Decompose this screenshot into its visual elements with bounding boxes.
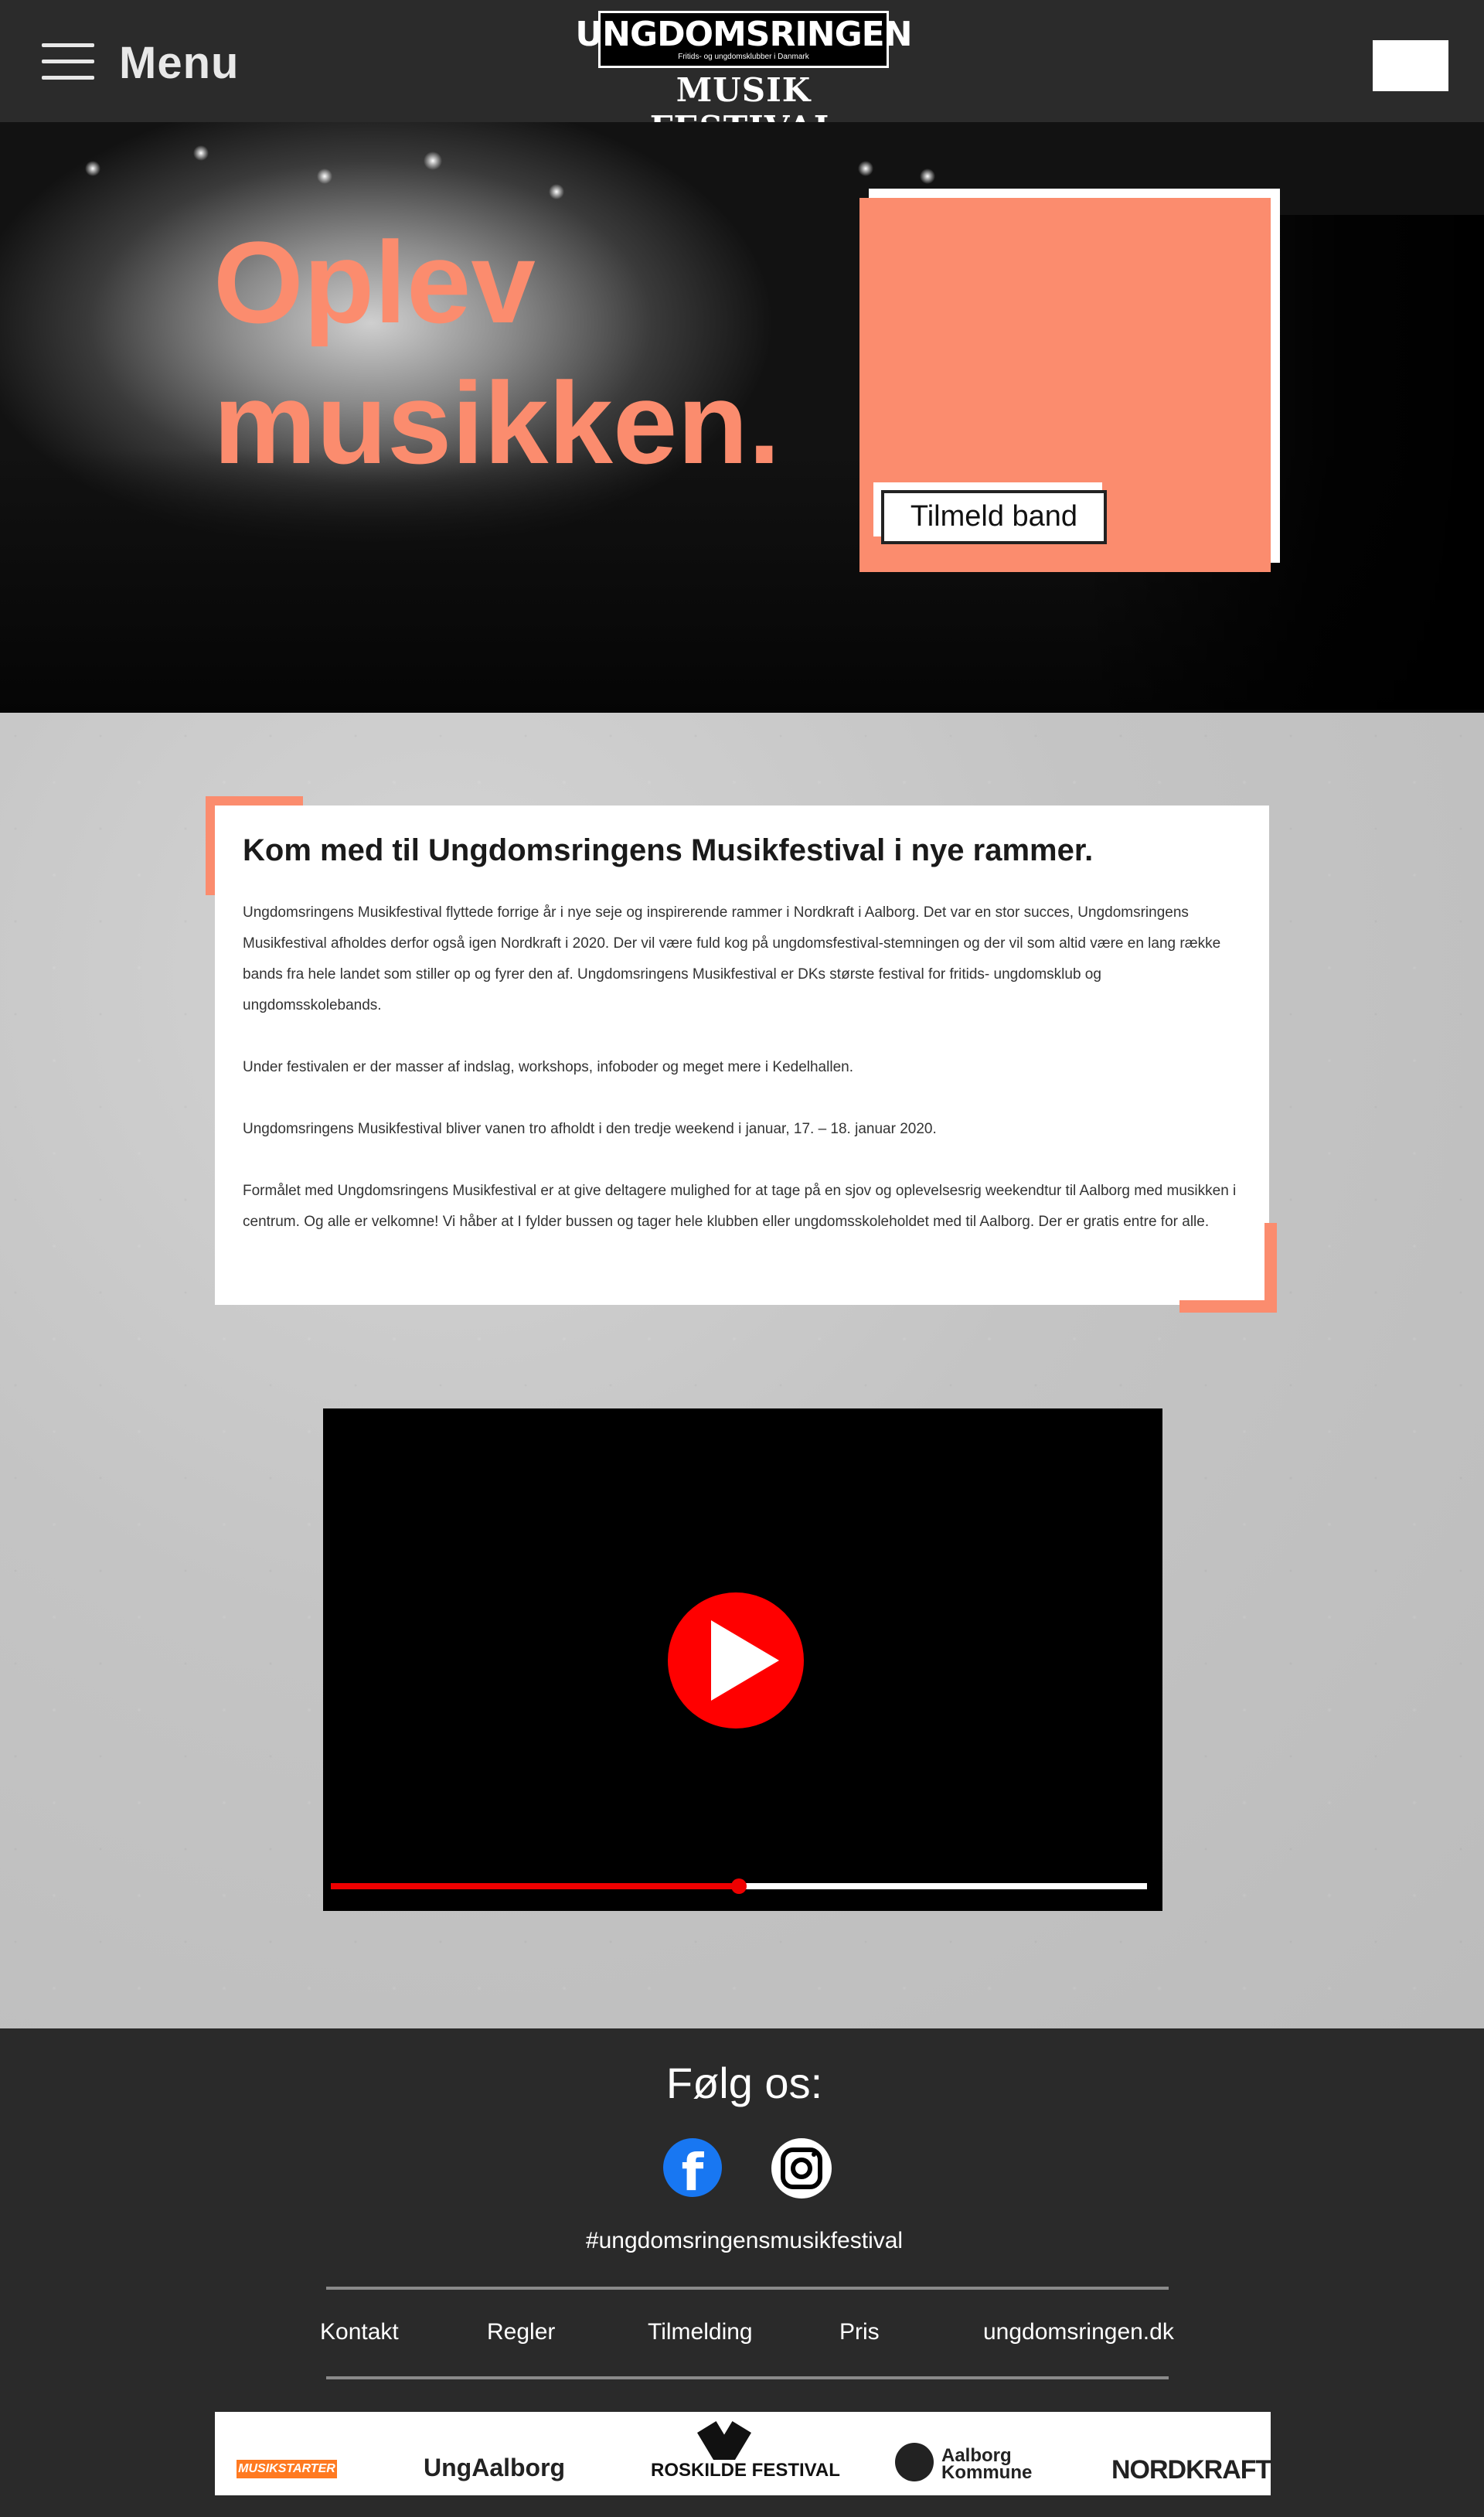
hero-section: Oplev musikken. Tilmeld band xyxy=(0,122,1484,713)
menu-label[interactable]: Menu xyxy=(119,37,239,89)
sponsor-musikstarter[interactable]: MUSIKSTARTER xyxy=(237,2460,337,2478)
site-header: Menu UNGDOMSRINGEN Fritids- og ungdomskl… xyxy=(0,0,1484,147)
footer-link-regler[interactable]: Regler xyxy=(487,2319,555,2345)
article-paragraph: Under festivalen er der masser af indsla… xyxy=(243,1059,853,1075)
hashtag: #ungdomsringensmusikfestival xyxy=(585,2228,904,2253)
roskilde-orange-icon xyxy=(697,2421,751,2460)
sponsor-aalborg-line2: Kommune xyxy=(941,2462,1033,2483)
site-logo[interactable]: UNGDOMSRINGEN Fritids- og ungdomsklubber… xyxy=(575,6,913,147)
video-progress-handle[interactable] xyxy=(731,1878,747,1894)
hero-title: Oplev musikken. xyxy=(213,212,781,493)
sponsor-nordkraft[interactable]: NORDKRAFT xyxy=(1111,2455,1271,2485)
video-player[interactable] xyxy=(323,1408,1162,1911)
article-paragraph: Ungdomsringens Musikfestival bliver vane… xyxy=(243,1121,937,1137)
sponsor-aalborg-kommune[interactable]: Aalborg Kommune xyxy=(941,2447,1033,2483)
footer-link-pris[interactable]: Pris xyxy=(839,2319,880,2345)
article-paragraph: Formålet med Ungdomsringens Musikfestiva… xyxy=(243,1183,1237,1230)
sponsor-bar: MUSIKSTARTER UngAalborg ROSKILDE FESTIVA… xyxy=(215,2412,1271,2495)
logo-name: UNGDOMSRINGEN xyxy=(575,15,912,54)
logo-tagline: Fritids- og ungdomsklubber i Danmark xyxy=(678,53,809,61)
hero-title-line2: musikken. xyxy=(213,358,781,488)
footer-link-kontakt[interactable]: Kontakt xyxy=(320,2319,399,2345)
footer-link-tilmelding[interactable]: Tilmelding xyxy=(648,2319,753,2345)
site-footer: Følg os: f #ungdomsringensmusikfestival … xyxy=(5,2028,1484,2517)
follow-us-label: Følg os: xyxy=(665,2059,823,2107)
play-icon xyxy=(711,1620,779,1701)
hamburger-menu-icon[interactable] xyxy=(42,43,94,80)
signup-band-button[interactable]: Tilmeld band xyxy=(881,490,1107,544)
logo-top: UNGDOMSRINGEN Fritids- og ungdomsklubber… xyxy=(575,11,913,68)
video-progress-bar[interactable] xyxy=(331,1878,1147,1894)
instagram-icon[interactable] xyxy=(771,2138,832,2199)
corner-accent-bottom-right xyxy=(1179,1300,1277,1313)
video-progress-fill xyxy=(331,1883,739,1889)
corner-accent-bottom-right-vertical xyxy=(1264,1223,1277,1313)
hero-title-line1: Oplev xyxy=(213,217,536,347)
article-paragraph: Ungdomsringens Musikfestival flyttede fo… xyxy=(243,904,1221,1013)
footer-divider-bottom xyxy=(326,2376,1169,2379)
facebook-icon[interactable]: f xyxy=(663,2138,722,2197)
footer-divider-top xyxy=(326,2287,1169,2290)
article-heading: Kom med til Ungdomsringens Musikfestival… xyxy=(243,833,1094,867)
footer-link-ungdomsringen[interactable]: ungdomsringen.dk xyxy=(983,2319,1174,2345)
article-card: Kom med til Ungdomsringens Musikfestival… xyxy=(215,806,1269,1305)
sponsor-roskilde-festival[interactable]: ROSKILDE FESTIVAL xyxy=(651,2460,840,2481)
aalborg-kommune-crest-icon xyxy=(895,2443,934,2481)
header-action-button[interactable] xyxy=(1373,40,1448,91)
sponsor-ungaalborg[interactable]: UngAalborg xyxy=(424,2454,565,2482)
